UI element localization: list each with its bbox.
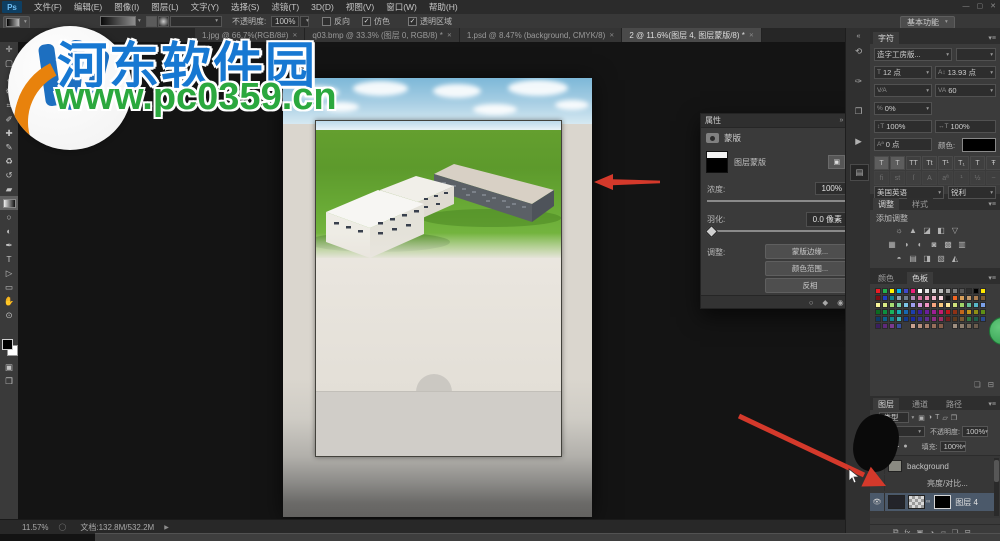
annotation-arrows: [0, 0, 1000, 541]
photoshop-window: Ps 文件(F)编辑(E)图像(I)图层(L)文字(Y)选择(S)滤镜(T)3D…: [0, 0, 1000, 541]
mouse-cursor: [848, 468, 862, 484]
